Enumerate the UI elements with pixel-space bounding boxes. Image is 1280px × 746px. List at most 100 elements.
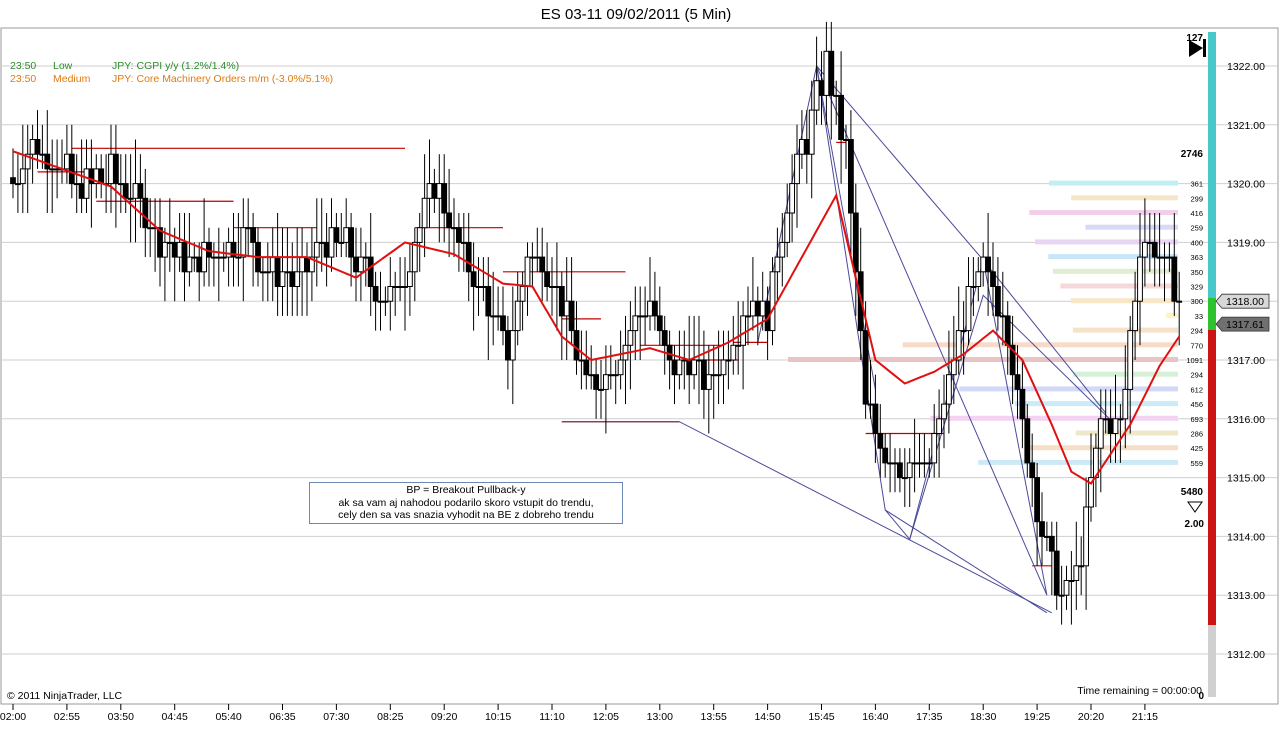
candle-body [196, 256, 203, 273]
volume-profile-bar [1072, 327, 1178, 333]
zero-label: 0 [1198, 691, 1204, 702]
x-tick-label: 21:15 [1132, 711, 1158, 723]
candle-body [779, 241, 786, 258]
cumulative-delta-bar [1208, 625, 1216, 697]
candle-body [353, 256, 359, 273]
note-line: cely den sa vas snazia vyhodit na BE z d… [338, 509, 594, 521]
candle-body [333, 227, 340, 243]
candle-body [750, 300, 756, 317]
candle-body [225, 241, 232, 258]
x-tick-label: 20:20 [1078, 711, 1104, 723]
candle-body [769, 271, 776, 332]
candle-body [696, 359, 702, 362]
volume-profile-label: 416 [1190, 209, 1203, 218]
candle-body [1176, 300, 1183, 303]
candle-body [509, 330, 516, 361]
candle-body [108, 153, 114, 185]
y-tick-label: 1321.00 [1227, 120, 1265, 132]
candle-body [833, 94, 840, 97]
candle-body [901, 477, 908, 480]
candle-body [710, 374, 717, 377]
candle-body [916, 462, 923, 465]
candle-body [245, 227, 252, 230]
candle-body [358, 256, 364, 273]
candle-body [1083, 506, 1089, 567]
news-time: 23:50 [10, 73, 36, 85]
candle-body [29, 139, 36, 155]
candle-body [186, 256, 193, 273]
candle-body [1044, 535, 1050, 538]
candle-body [867, 403, 874, 406]
candle-body [117, 183, 124, 186]
price-chart[interactable]: ES 03-11 09/02/2011 (5 Min) 361 299 416 259… [0, 0, 1280, 746]
candle-body [39, 153, 46, 156]
volume-profile-bar [978, 459, 1178, 465]
candle-body [970, 286, 977, 288]
candle-body [598, 388, 604, 391]
bar-count-label: 127 [1186, 33, 1203, 44]
candle-body [68, 153, 75, 185]
annotation-note[interactable]: BP = Breakout Pullback-y ak sa vam aj na… [309, 482, 623, 524]
candle-body [475, 286, 482, 288]
candle-body [627, 330, 634, 346]
volume-profile-bar [1166, 312, 1178, 318]
candle-body [10, 177, 16, 185]
candle-body [1137, 256, 1143, 302]
candle-body [661, 330, 668, 346]
candle-body [789, 183, 796, 214]
volume-profile-bar [930, 415, 1178, 421]
candle-body [480, 286, 487, 288]
candle-body [652, 300, 658, 317]
candle-body [838, 94, 845, 140]
candle-body [176, 241, 183, 258]
candle-body [54, 168, 61, 171]
volume-profile-label: 559 [1190, 459, 1203, 468]
candle-body [818, 80, 825, 96]
x-tick-label: 03:50 [108, 711, 134, 723]
volume-profile-label: 425 [1190, 444, 1203, 453]
candle-body [495, 315, 502, 318]
x-tick-label: 07:30 [323, 711, 349, 723]
x-tick-label: 02:00 [0, 711, 26, 723]
candle-body [588, 374, 595, 377]
candle-body [264, 271, 271, 274]
candle-body [1014, 374, 1021, 390]
candle-body [1171, 256, 1178, 302]
candle-body [965, 286, 972, 332]
candle-body [402, 286, 408, 288]
candle-body [720, 359, 727, 376]
x-tick-label: 11:10 [539, 711, 565, 723]
candle-body [367, 256, 374, 288]
news-impact: Medium [53, 73, 91, 85]
candle-body [220, 256, 227, 259]
x-tick-label: 02:55 [54, 711, 80, 723]
candle-body [1063, 580, 1070, 596]
candle-body [941, 403, 947, 420]
x-tick-label: 18:30 [970, 711, 996, 723]
candle-body [950, 359, 957, 376]
candle-body [387, 286, 394, 302]
candle-body [485, 286, 492, 317]
candle-body [1073, 565, 1080, 581]
candle-body [1097, 418, 1104, 449]
candle-body [603, 374, 609, 390]
candle-body [211, 256, 217, 259]
candle-body [887, 462, 894, 465]
volume-profile-label: 286 [1190, 430, 1203, 439]
candle-body [372, 286, 379, 302]
candle-body [1102, 418, 1109, 421]
x-tick-label: 13:00 [647, 711, 673, 723]
candle-body [960, 330, 967, 333]
candle-body [725, 359, 732, 362]
candle-body [1122, 388, 1129, 420]
candle-body [323, 241, 330, 258]
candle-body [1058, 594, 1065, 597]
candle-body [407, 271, 413, 287]
chart-window: ES 03-11 09/02/2011 (5 Min) 361 299 416 259… [0, 0, 1280, 746]
candle-body [122, 183, 129, 199]
candle-body [274, 256, 281, 288]
candle-body [284, 271, 291, 274]
candle-body [892, 462, 898, 465]
candle-body [686, 359, 693, 376]
candle-body [1078, 565, 1085, 568]
